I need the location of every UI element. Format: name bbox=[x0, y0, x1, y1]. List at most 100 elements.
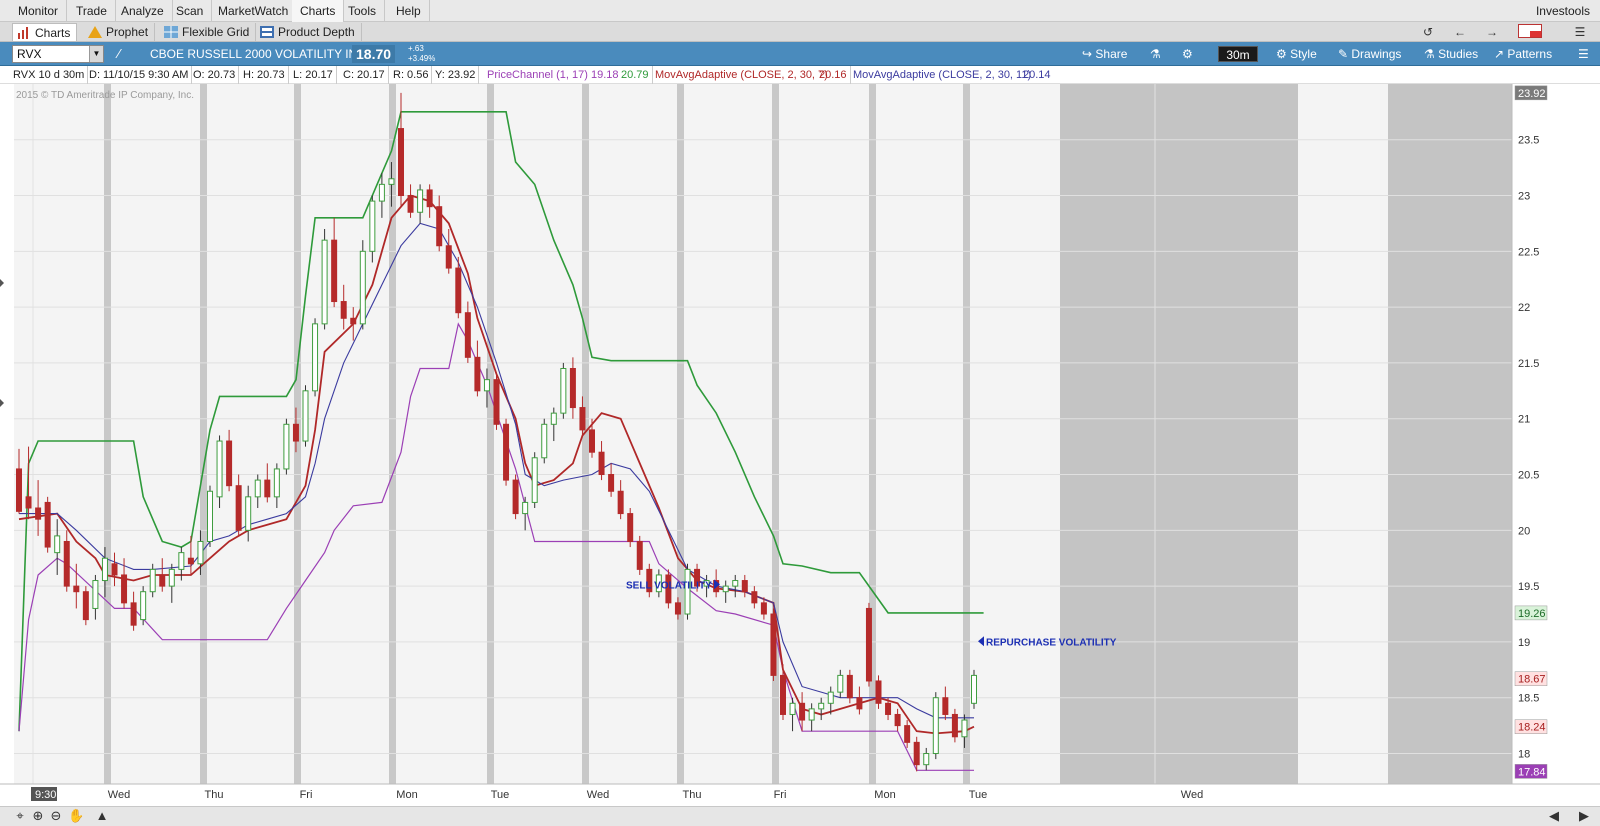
menu-charts[interactable]: Charts bbox=[292, 0, 345, 22]
left-edge-marker-icon bbox=[0, 279, 4, 287]
symbol-input[interactable]: RVX ▼ bbox=[12, 45, 104, 63]
menu-analyze[interactable]: Analyze bbox=[113, 0, 173, 22]
subtab-charts[interactable]: Charts bbox=[12, 23, 78, 41]
investools-link[interactable]: Investools bbox=[1536, 0, 1590, 22]
candle-down bbox=[579, 407, 586, 431]
list-menu-icon[interactable]: ☰ bbox=[1572, 24, 1588, 40]
info-ma2[interactable]: MovAvgAdaptive (CLOSE, 2, 30, 11) bbox=[850, 66, 1034, 84]
price-axis-tick-label: 19.5 bbox=[1518, 581, 1539, 593]
time-axis-label: Fri bbox=[774, 789, 787, 801]
candle-up bbox=[178, 552, 185, 570]
link-icon[interactable]: ∕ bbox=[118, 42, 120, 66]
drawings-button[interactable]: ✎ Drawings bbox=[1338, 42, 1401, 66]
left-edge-marker-icon bbox=[0, 399, 4, 407]
candle-down bbox=[894, 713, 901, 727]
patterns-button[interactable]: ↗ Patterns bbox=[1494, 42, 1552, 66]
candle-down bbox=[25, 496, 32, 509]
price-chart[interactable]: SELL VOLATILITY REPURCHASE VOLATILITY 23.5… bbox=[0, 67, 1600, 826]
candle-down bbox=[627, 513, 634, 542]
flask-icon[interactable]: ⚗ bbox=[1150, 42, 1161, 66]
candle-down bbox=[398, 128, 404, 197]
share-button[interactable]: ↪ Share bbox=[1082, 42, 1127, 66]
candle-down bbox=[598, 451, 605, 476]
candle-down bbox=[426, 189, 433, 208]
price-axis-tick-label: 21 bbox=[1518, 414, 1530, 426]
subtab-flexible-grid[interactable]: Flexible Grid bbox=[160, 23, 257, 41]
zoom-in-icon[interactable]: ⊕ bbox=[30, 808, 46, 824]
interval-selector[interactable]: 30m bbox=[1218, 46, 1258, 62]
candle-down bbox=[913, 741, 920, 766]
candle-up bbox=[359, 250, 366, 325]
menu-bar: Monitor Trade Analyze Scan MarketWatch C… bbox=[0, 0, 1600, 22]
forward-arrow-icon[interactable]: → bbox=[1484, 24, 1500, 40]
menu-monitor[interactable]: Monitor bbox=[10, 0, 68, 22]
subtab-product-depth-label: Product Depth bbox=[278, 25, 355, 39]
candle-up bbox=[140, 591, 147, 621]
candle-down bbox=[760, 602, 767, 615]
menu-help[interactable]: Help bbox=[388, 0, 430, 22]
candle-up bbox=[417, 189, 424, 213]
candle-down bbox=[474, 356, 481, 392]
price-axis-tick-label: 18.5 bbox=[1518, 693, 1539, 705]
style-button[interactable]: ⚙ Style bbox=[1276, 42, 1317, 66]
menu-marketwatch[interactable]: MarketWatch bbox=[210, 0, 298, 22]
price-axis-tick-label: 23.5 bbox=[1518, 135, 1539, 147]
info-range: R: 0.56 bbox=[390, 66, 433, 84]
menu-tools[interactable]: Tools bbox=[340, 0, 386, 22]
crosshair-icon[interactable]: ⌖ bbox=[12, 808, 28, 824]
candle-down bbox=[569, 368, 576, 409]
info-open: O: 20.73 bbox=[190, 66, 240, 84]
studies-button[interactable]: ⚗ Studies bbox=[1424, 42, 1478, 66]
time-axis-label: Mon bbox=[396, 789, 417, 801]
candle-up bbox=[312, 323, 319, 392]
zoom-out-icon[interactable]: ⊖ bbox=[48, 808, 64, 824]
candle-down bbox=[455, 267, 462, 314]
undo-icon[interactable]: ↺ bbox=[1420, 24, 1436, 40]
chart-canvas[interactable]: SELL VOLATILITY REPURCHASE VOLATILITY 23.5… bbox=[0, 67, 1600, 806]
price-label-upper-channel: 19.26 bbox=[1518, 608, 1546, 620]
gear-icon[interactable]: ⚙ bbox=[1182, 42, 1193, 66]
candle-up bbox=[168, 568, 175, 587]
candle-down bbox=[63, 540, 70, 587]
candle-up bbox=[827, 691, 834, 704]
info-pricechannel[interactable]: PriceChannel (1, 17) bbox=[484, 66, 591, 84]
price-label-moving-average: 18.24 bbox=[1518, 722, 1546, 734]
candle-down bbox=[636, 540, 643, 570]
candle-down bbox=[770, 613, 777, 676]
style-label: Style bbox=[1290, 47, 1317, 61]
scroll-left-icon[interactable]: ◀ bbox=[1546, 808, 1562, 824]
time-axis-label: Wed bbox=[108, 789, 130, 801]
info-ma1[interactable]: MovAvgAdaptive (CLOSE, 2, 30, 7) bbox=[652, 66, 831, 84]
change-absolute: +.63 bbox=[408, 44, 424, 53]
candle-up bbox=[254, 479, 261, 498]
candle-down bbox=[799, 702, 806, 721]
symbol-dropdown-icon[interactable]: ▼ bbox=[89, 46, 103, 62]
future-session-shade bbox=[1388, 84, 1512, 784]
subtab-prophet[interactable]: Prophet bbox=[84, 23, 156, 41]
candle-up bbox=[684, 568, 691, 615]
candle-down bbox=[264, 479, 271, 498]
annotation-sell-volatility: SELL VOLATILITY bbox=[626, 580, 712, 591]
candle-down bbox=[159, 574, 166, 587]
future-session-shade bbox=[1060, 84, 1298, 784]
pan-hand-icon[interactable]: ✋ bbox=[68, 808, 84, 824]
style-icon: ⚙ bbox=[1276, 47, 1291, 61]
price-axis-tick-label: 20 bbox=[1518, 525, 1530, 537]
candle-up bbox=[207, 490, 213, 542]
toolbar-menu-icon[interactable]: ☰ bbox=[1578, 42, 1589, 66]
session-break-band bbox=[487, 84, 494, 784]
layout-icon[interactable] bbox=[1518, 24, 1542, 40]
menu-scan[interactable]: Scan bbox=[168, 0, 213, 22]
expand-up-icon[interactable]: ▲ bbox=[94, 808, 110, 824]
candle-up bbox=[101, 557, 108, 582]
price-label-top: 23.92 bbox=[1518, 88, 1546, 100]
study-info-bar: RVX 10 d 30m D: 11/10/15 9:30 AM O: 20.7… bbox=[0, 66, 1600, 84]
menu-trade[interactable]: Trade bbox=[68, 0, 116, 22]
price-label-last: 18.67 bbox=[1518, 674, 1546, 686]
candle-down bbox=[904, 725, 911, 743]
scroll-right-icon[interactable]: ▶ bbox=[1576, 808, 1592, 824]
info-period[interactable]: RVX 10 d 30m bbox=[10, 66, 89, 84]
back-arrow-icon[interactable]: ← bbox=[1452, 24, 1468, 40]
warning-triangle-icon bbox=[88, 26, 102, 38]
subtab-product-depth[interactable]: Product Depth bbox=[256, 23, 362, 41]
